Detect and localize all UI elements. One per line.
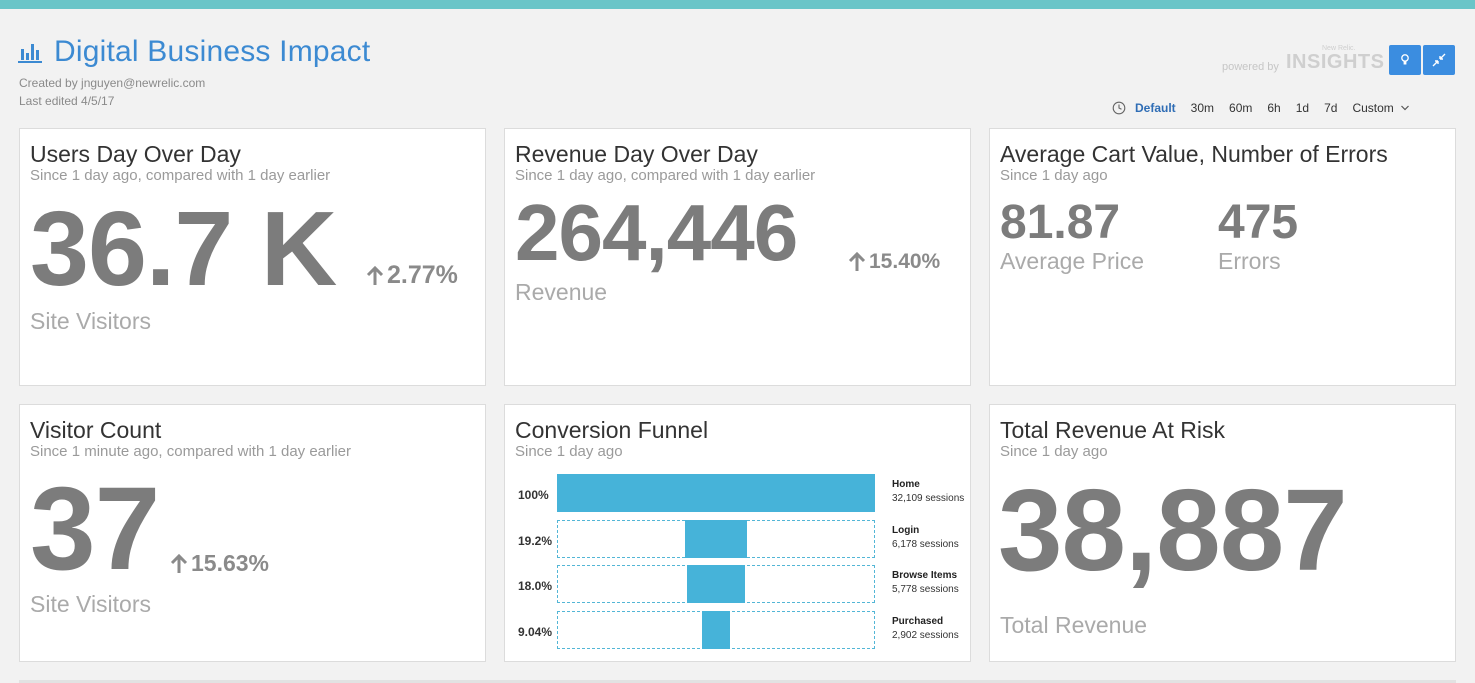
metric-label-average-price: Average Price — [1000, 248, 1145, 274]
widget-subtitle: Since 1 day ago — [515, 443, 623, 460]
widget-total-revenue-at-risk[interactable]: Total Revenue At Risk Since 1 day ago 38… — [989, 404, 1456, 662]
metric-label: Revenue — [515, 279, 608, 305]
dashboard-header: Digital Business Impact Created by jnguy… — [0, 9, 1475, 119]
bar-chart-icon — [18, 44, 42, 63]
widget-subtitle: Since 1 day ago — [1000, 443, 1108, 460]
metric-label-errors: Errors — [1218, 248, 1281, 274]
arrow-up-icon — [170, 553, 188, 573]
funnel-track — [557, 520, 875, 558]
arrow-up-icon — [366, 265, 384, 285]
metric-value-average-price: 81.87 — [1000, 196, 1121, 249]
funnel-step-sessions: 5,778 sessions — [892, 584, 959, 595]
widget-title: Average Cart Value, Number of Errors — [1000, 141, 1388, 167]
funnel-step: 18.0% Browse Items 5,778 sessions — [505, 565, 970, 605]
created-by: Created by jnguyen@newrelic.com — [19, 76, 206, 90]
widget-subtitle: Since 1 day ago, compared with 1 day ear… — [30, 167, 331, 184]
lightbulb-icon — [1401, 54, 1409, 65]
funnel-step-name: Purchased — [892, 616, 944, 627]
change-indicator: 15.40% — [848, 250, 940, 274]
funnel-step-name: Home — [892, 479, 920, 490]
time-option-60m[interactable]: 60m — [1229, 101, 1252, 115]
change-indicator: 2.77% — [366, 261, 458, 290]
funnel-step-percent: 9.04% — [518, 625, 553, 639]
widget-users-day-over-day[interactable]: Users Day Over Day Since 1 day ago, comp… — [19, 128, 486, 386]
big-number: 36.7 K — [30, 190, 337, 308]
time-range-picker: Default 30m 60m 6h 1d 7d Custom — [1112, 101, 1410, 115]
funnel-bar[interactable] — [701, 611, 731, 649]
last-edited: Last edited 4/5/17 — [19, 94, 115, 108]
widget-title: Visitor Count — [30, 417, 162, 443]
arrow-up-icon — [848, 252, 866, 271]
funnel-bar[interactable] — [687, 565, 745, 603]
funnel-step-sessions: 6,178 sessions — [892, 539, 959, 550]
funnel-bar[interactable] — [685, 520, 747, 558]
metric-label: Total Revenue — [1000, 612, 1148, 638]
funnel-step-percent: 19.2% — [518, 534, 553, 548]
big-number: 37 — [30, 463, 160, 595]
metric-value-errors: 475 — [1218, 196, 1299, 249]
chevron-down-icon[interactable] — [1400, 103, 1410, 113]
funnel-step-sessions: 32,109 sessions — [892, 493, 965, 504]
funnel-step: 100% Home 32,109 sessions — [505, 474, 970, 514]
fullscreen-collapse-icon — [1432, 53, 1446, 67]
time-option-1d[interactable]: 1d — [1296, 101, 1309, 115]
big-number: 38,887 — [998, 465, 1348, 595]
widget-revenue-day-over-day[interactable]: Revenue Day Over Day Since 1 day ago, co… — [504, 128, 971, 386]
time-option-6h[interactable]: 6h — [1267, 101, 1280, 115]
funnel-step-percent: 100% — [518, 488, 549, 502]
time-option-custom[interactable]: Custom — [1352, 101, 1393, 115]
widget-cart-value-errors[interactable]: Average Cart Value, Number of Errors Sin… — [989, 128, 1456, 386]
funnel-bar[interactable] — [557, 474, 875, 512]
big-number: 264,446 — [515, 188, 798, 277]
funnel-step-name: Login — [892, 525, 920, 536]
funnel-step-percent: 18.0% — [518, 579, 553, 593]
top-accent-bar — [0, 0, 1475, 9]
funnel-step: 9.04% Purchased 2,902 sessions — [505, 611, 970, 651]
widget-subtitle: Since 1 minute ago, compared with 1 day … — [30, 443, 352, 460]
title-row: Digital Business Impact — [18, 35, 370, 69]
collapse-button[interactable] — [1423, 45, 1455, 75]
change-value: 15.63% — [191, 550, 270, 576]
widget-visitor-count[interactable]: Visitor Count Since 1 minute ago, compar… — [19, 404, 486, 662]
widget-title: Total Revenue At Risk — [1000, 417, 1226, 443]
change-indicator: 15.63% — [170, 550, 269, 577]
funnel-track — [557, 611, 875, 649]
lightbulb-button[interactable] — [1389, 45, 1421, 75]
brand-product: INSIGHTS — [1286, 51, 1385, 73]
time-option-7d[interactable]: 7d — [1324, 101, 1337, 115]
change-value: 2.77% — [387, 261, 458, 289]
time-option-default[interactable]: Default — [1135, 101, 1176, 115]
widget-title: Users Day Over Day — [30, 141, 241, 167]
widget-subtitle: Since 1 day ago, compared with 1 day ear… — [515, 167, 816, 184]
time-option-30m[interactable]: 30m — [1191, 101, 1214, 115]
change-value: 15.40% — [869, 250, 941, 273]
page-title: Digital Business Impact — [54, 35, 371, 68]
insights-logo: powered by New Relic. INSIGHTS — [1222, 45, 1385, 75]
metric-label: Site Visitors — [30, 591, 152, 617]
funnel-step: 19.2% Login 6,178 sessions — [505, 520, 970, 560]
widget-subtitle: Since 1 day ago — [1000, 167, 1108, 184]
widget-title: Conversion Funnel — [515, 417, 709, 443]
widget-title: Revenue Day Over Day — [515, 141, 758, 167]
funnel-step-name: Browse Items — [892, 570, 958, 581]
funnel-track — [557, 565, 875, 603]
metric-label: Site Visitors — [30, 308, 152, 334]
clock-icon — [1112, 101, 1126, 115]
brand-powered-by: powered by — [1222, 61, 1279, 73]
funnel-track — [557, 474, 875, 512]
widget-conversion-funnel[interactable]: Conversion Funnel Since 1 day ago 100% H… — [504, 404, 971, 662]
funnel-step-sessions: 2,902 sessions — [892, 630, 959, 641]
